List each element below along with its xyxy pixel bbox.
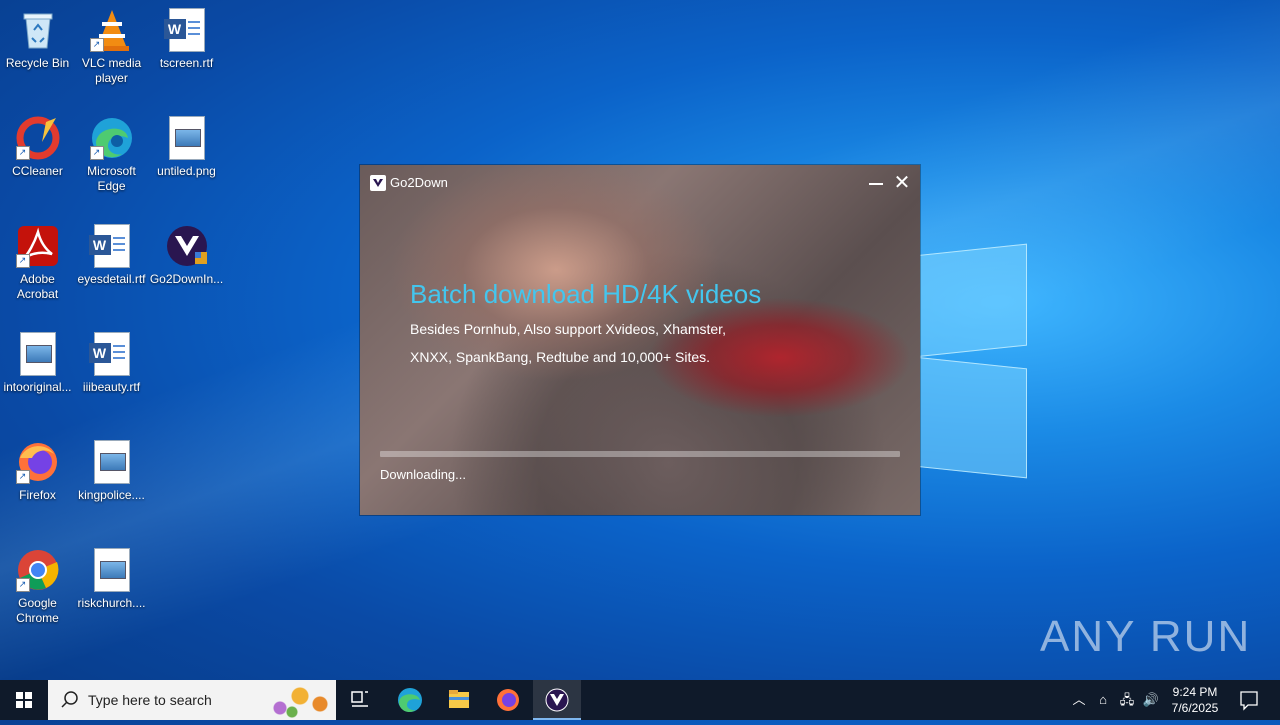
desktop-icon-eyesdetail[interactable]: W eyesdetail.rtf (74, 216, 149, 287)
image-file-icon (90, 548, 134, 592)
taskbar: Type here to search ︿ ⌂ 🖧 🔊 9:24 PM 7/6/… (0, 680, 1280, 720)
close-button[interactable]: ✕ (892, 173, 912, 193)
action-center-button[interactable] (1234, 680, 1264, 720)
desktop-icon-label: Recycle Bin (5, 56, 70, 70)
clock-date: 7/6/2025 (1171, 701, 1219, 715)
watermark-text: ANY RUN (1040, 612, 1252, 661)
notification-icon (1240, 691, 1258, 711)
taskbar-search-box[interactable]: Type here to search (48, 680, 336, 720)
search-highlight-flowers-icon (256, 680, 336, 720)
go2down-logo-icon (370, 175, 386, 191)
desktop-icon-edge[interactable]: ↗ Microsoft Edge (74, 108, 149, 194)
recycle-bin-icon (16, 8, 60, 52)
shortcut-arrow-icon: ↗ (89, 146, 104, 160)
desktop-icon-intooriginal[interactable]: intooriginal... (0, 324, 75, 395)
vlc-cone-icon: ↗ (89, 8, 134, 52)
desktop-icon-label: intooriginal... (3, 380, 72, 394)
promo-headline: Batch download HD/4K videos (410, 279, 762, 309)
desktop-icon-label: riskchurch.... (77, 596, 146, 610)
go2down-installer-icon (165, 224, 209, 268)
shortcut-arrow-icon: ↗ (15, 254, 30, 268)
desktop-icon-tscreen[interactable]: W tscreen.rtf (149, 0, 224, 71)
show-hidden-icons-chevron-icon[interactable]: ︿ (1070, 691, 1088, 709)
desktop-icon-go2down-installer[interactable]: Go2DownIn... (149, 216, 224, 287)
taskbar-clock[interactable]: 9:24 PM 7/6/2025 (1168, 684, 1222, 716)
desktop-icon-adobe-acrobat[interactable]: ↗ Adobe Acrobat (0, 216, 75, 302)
dialog-title: Go2Down (390, 175, 448, 190)
taskbar-edge-button[interactable] (386, 680, 434, 720)
start-button[interactable] (0, 680, 48, 720)
image-file-icon (16, 332, 60, 376)
shortcut-arrow-icon: ↗ (89, 38, 104, 52)
ccleaner-icon: ↗ (15, 116, 60, 160)
desktop-icon-label: Firefox (19, 488, 56, 502)
go2down-icon (545, 688, 569, 712)
desktop-icon-riskchurch[interactable]: riskchurch.... (74, 540, 149, 611)
taskbar-file-explorer-button[interactable] (435, 680, 483, 720)
desktop-icon-kingpolice[interactable]: kingpolice.... (74, 432, 149, 503)
shortcut-arrow-icon: ↗ (15, 470, 30, 484)
go2down-download-dialog: Go2Down ✕ Batch download HD/4K videos Be… (360, 165, 920, 515)
taskbar-go2down-button[interactable] (533, 680, 581, 720)
windows-start-icon (16, 692, 32, 708)
task-view-icon (351, 691, 368, 707)
shortcut-arrow-icon: ↗ (15, 578, 30, 592)
desktop-icon-iiibeauty[interactable]: W iiibeauty.rtf (74, 324, 149, 395)
desktop-icon-ccleaner[interactable]: ↗ CCleaner (0, 108, 75, 179)
image-file-icon (165, 116, 209, 160)
desktop-icon-label: Microsoft Edge (87, 164, 136, 193)
download-status-text: Downloading... (380, 467, 466, 482)
desktop-icon-vlc[interactable]: ↗ VLC media player (74, 0, 149, 86)
minimize-button[interactable] (866, 173, 886, 193)
chrome-icon: ↗ (15, 548, 60, 592)
file-explorer-icon (449, 690, 469, 708)
desktop-icon-label: untiled.png (157, 164, 216, 178)
dialog-titlebar[interactable]: Go2Down ✕ (360, 165, 920, 201)
windows-wallpaper-logo (905, 240, 1030, 480)
network-icon[interactable]: 🖧 (1118, 691, 1136, 709)
taskbar-firefox-button[interactable] (484, 680, 532, 720)
edge-icon (398, 688, 422, 713)
desktop-icon-untiled-png[interactable]: untiled.png (149, 108, 224, 179)
desktop-icon-label: Google Chrome (16, 596, 59, 625)
volume-icon[interactable]: 🔊 (1142, 691, 1160, 709)
download-progress-bar (380, 451, 900, 457)
promo-subline: Besides Pornhub, Also support Xvideos, X… (410, 321, 726, 365)
desktop-icon-label: CCleaner (12, 164, 63, 178)
desktop-icon-label: VLC media player (81, 56, 142, 85)
desktop-icon-google-chrome[interactable]: ↗ Google Chrome (0, 540, 75, 626)
firefox-icon (497, 689, 519, 711)
desktop-icon-firefox[interactable]: ↗ Firefox (0, 432, 75, 503)
desktop-icon-label: iiibeauty.rtf (82, 380, 141, 394)
word-document-icon: W (88, 224, 134, 268)
search-placeholder: Type here to search (88, 692, 212, 708)
network-status-icon[interactable]: ⌂ (1094, 691, 1112, 709)
word-document-icon: W (163, 8, 209, 52)
desktop-icon-label: eyesdetail.rtf (77, 272, 146, 286)
desktop-icon-recycle-bin[interactable]: Recycle Bin (0, 0, 75, 71)
firefox-icon: ↗ (15, 440, 60, 484)
desktop-icon-label: kingpolice.... (78, 488, 145, 502)
search-icon (61, 691, 78, 708)
task-view-button[interactable] (336, 680, 384, 720)
anyrun-watermark: ANY RUN (1040, 612, 1251, 662)
desktop-icon-label: Go2DownIn... (149, 272, 224, 286)
adobe-acrobat-icon: ↗ (15, 224, 60, 268)
image-file-icon (90, 440, 134, 484)
desktop-icon-label: tscreen.rtf (159, 56, 214, 70)
desktop-icon-label: Adobe Acrobat (16, 272, 59, 301)
edge-icon: ↗ (89, 116, 134, 160)
shortcut-arrow-icon: ↗ (15, 146, 30, 160)
word-document-icon: W (88, 332, 134, 376)
clock-time: 9:24 PM (1172, 685, 1218, 699)
